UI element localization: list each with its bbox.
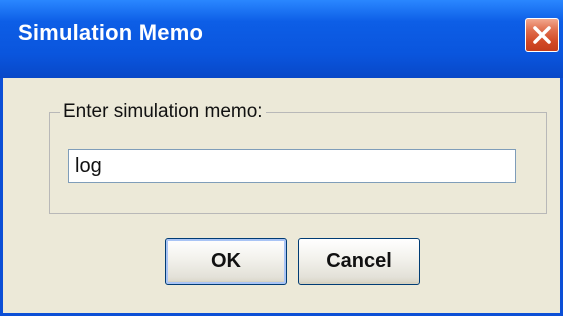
close-button[interactable] (525, 18, 559, 52)
dialog-body: Enter simulation memo: OK Cancel (3, 78, 560, 313)
close-icon (531, 24, 553, 46)
memo-input[interactable] (68, 149, 516, 183)
memo-group-label: Enter simulation memo: (60, 101, 266, 123)
simulation-memo-dialog: Simulation Memo Enter simulation memo: O… (0, 0, 563, 316)
memo-group-box: Enter simulation memo: (49, 101, 547, 214)
title-bar[interactable]: Simulation Memo (0, 0, 563, 78)
ok-button[interactable]: OK (165, 238, 287, 285)
cancel-button[interactable]: Cancel (298, 238, 420, 285)
window-title: Simulation Memo (18, 20, 204, 45)
